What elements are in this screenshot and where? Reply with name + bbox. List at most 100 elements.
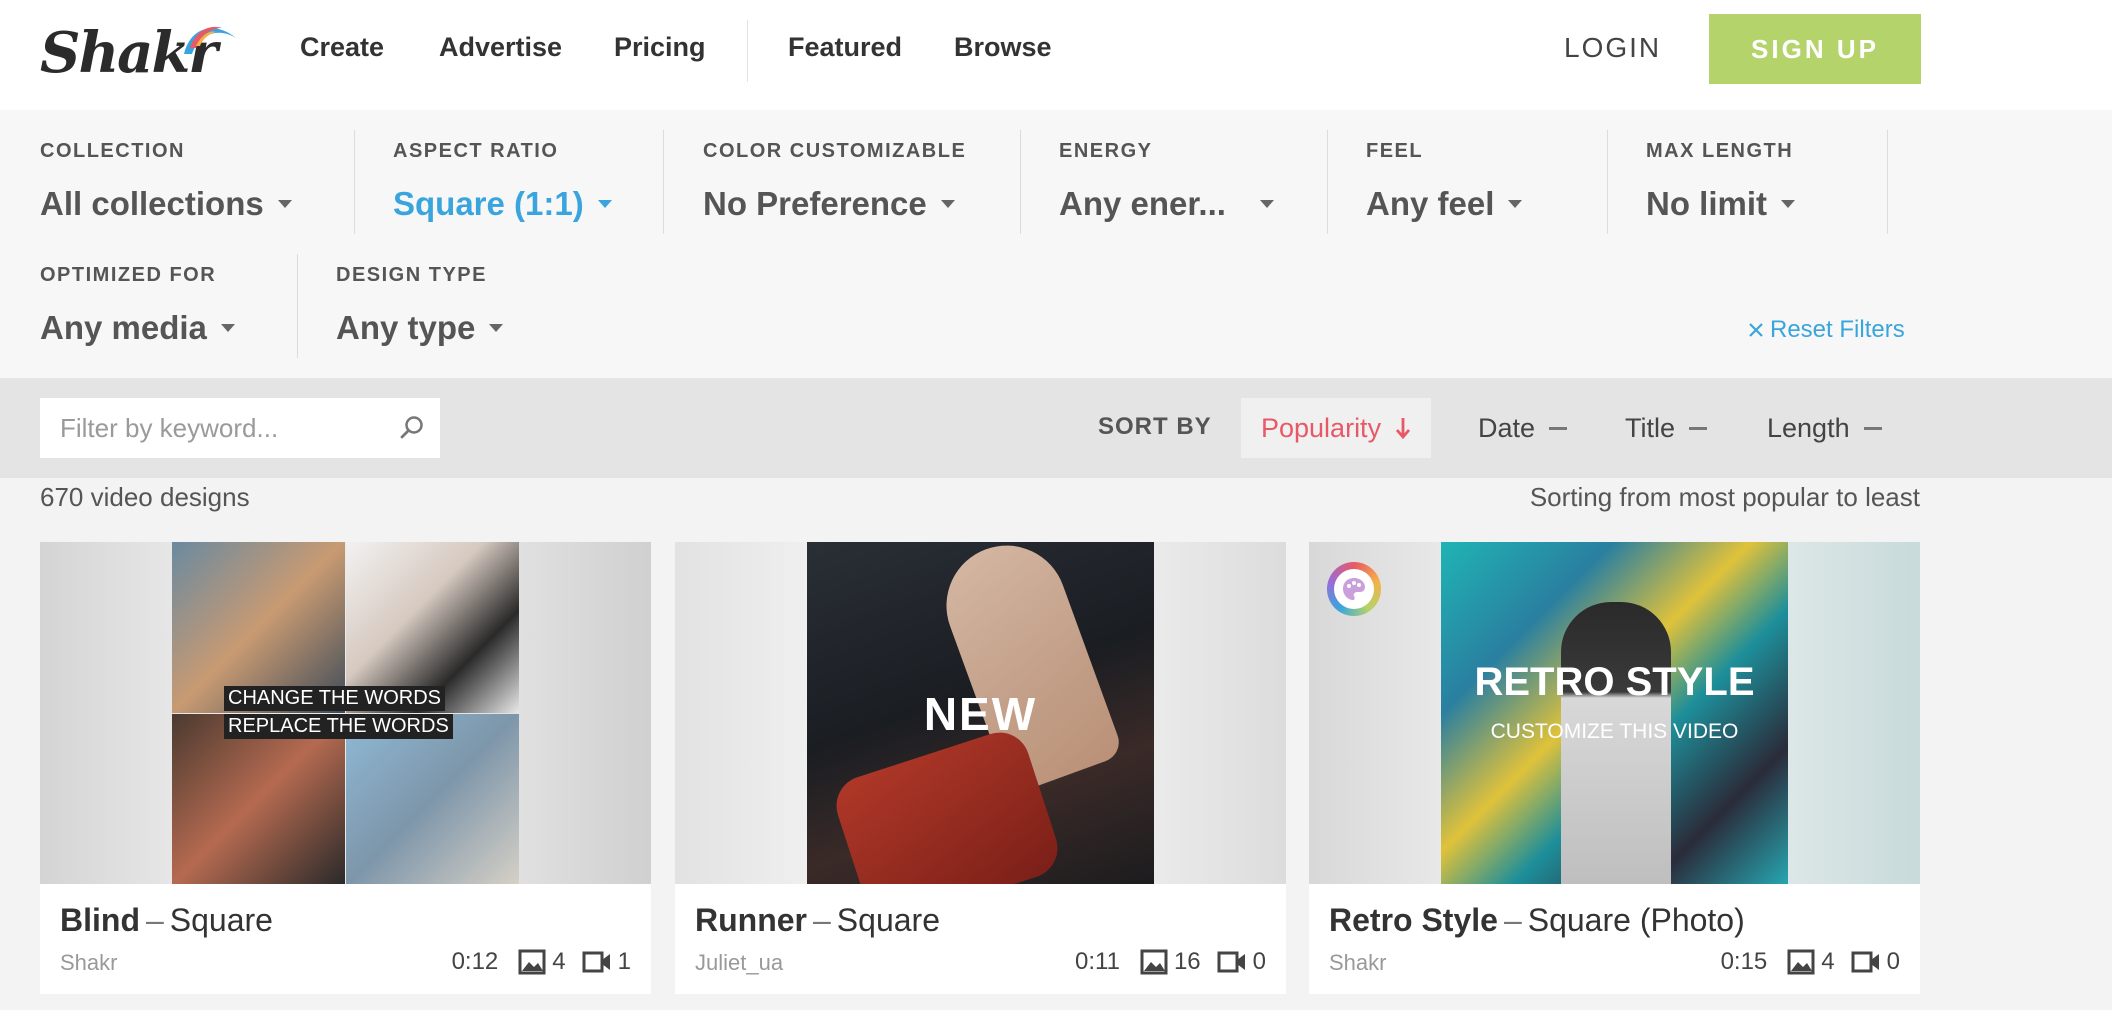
nav-browse[interactable]: Browse <box>954 32 1052 63</box>
filter-color-customizable[interactable]: COLOR CUSTOMIZABLE No Preference <box>703 140 966 223</box>
filter-label: COLOR CUSTOMIZABLE <box>703 140 967 162</box>
sort-date[interactable]: Date <box>1478 398 1568 458</box>
card-title[interactable]: Retro Style – Square (Photo) <box>1329 902 1745 939</box>
chevron-down-icon <box>597 200 612 208</box>
filter-label: ASPECT RATIO <box>393 140 559 162</box>
sort-popularity[interactable]: Popularity <box>1241 398 1432 458</box>
sort-option-label: Popularity <box>1261 412 1382 443</box>
filter-label: ENERGY <box>1059 140 1153 162</box>
dash-icon <box>1863 426 1882 430</box>
filter-divider <box>1327 130 1328 234</box>
filter-design-type[interactable]: DESIGN TYPE Any type <box>336 264 504 347</box>
duration: 0:12 <box>451 948 499 975</box>
overlay-text: CUSTOMIZE THIS VIDEO <box>1490 720 1739 743</box>
card-meta: 0:12 4 1 <box>452 948 631 976</box>
filter-aspect-ratio[interactable]: ASPECT RATIO Square (1:1) <box>393 140 612 223</box>
image-count: 4 <box>1821 948 1835 975</box>
thumbnail-image: CHANGE THE WORDS REPLACE THE WORDS <box>172 542 519 884</box>
overlay-text: REPLACE THE WORDS <box>224 714 453 739</box>
color-customizable-badge <box>1327 562 1381 616</box>
filter-label: FEEL <box>1366 140 1424 162</box>
nav-featured[interactable]: Featured <box>788 32 902 63</box>
card-title[interactable]: Blind – Square <box>60 902 273 939</box>
design-variant: Square <box>169 902 273 938</box>
filter-dropdown[interactable]: Any media <box>40 309 235 347</box>
filter-divider <box>1887 130 1888 234</box>
nav-advertise[interactable]: Advertise <box>439 32 562 63</box>
thumbnail-image: NEW <box>807 542 1154 884</box>
filter-dropdown[interactable]: Any type <box>336 309 504 347</box>
top-header: Shakr Create Advertise Pricing Featured … <box>0 0 2112 110</box>
video-thumbnail[interactable]: RETRO STYLE CUSTOMIZE THIS VIDEO <box>1309 542 1920 884</box>
video-thumbnail[interactable]: CHANGE THE WORDS REPLACE THE WORDS <box>40 542 651 884</box>
filter-dropdown[interactable]: No Preference <box>703 185 966 223</box>
overlay-text: RETRO STYLE <box>1474 660 1755 704</box>
keyword-search <box>40 398 440 458</box>
dash-icon <box>1549 426 1568 430</box>
filter-optimized-for[interactable]: OPTIMIZED FOR Any media <box>40 264 235 347</box>
image-icon <box>1787 949 1815 975</box>
chevron-down-icon <box>220 324 235 332</box>
results-count: 670 video designs <box>40 482 250 512</box>
filter-label: OPTIMIZED FOR <box>40 264 217 286</box>
chevron-down-icon <box>1508 200 1523 208</box>
nav-divider <box>747 20 748 82</box>
filter-dropdown[interactable]: Any ener... <box>1059 185 1274 223</box>
filter-max-length[interactable]: MAX LENGTH No limit <box>1646 140 1795 223</box>
image-count: 16 <box>1173 948 1201 975</box>
filter-value: All collections <box>40 185 264 222</box>
image-icon <box>1140 949 1168 975</box>
sort-option-label: Title <box>1625 412 1676 443</box>
filter-divider <box>1020 130 1021 234</box>
design-name: Blind <box>60 902 140 938</box>
filter-value: Any ener... <box>1059 185 1226 222</box>
nav-pricing[interactable]: Pricing <box>614 32 706 63</box>
video-thumbnail[interactable]: NEW <box>675 542 1286 884</box>
filter-collection[interactable]: COLLECTION All collections <box>40 140 292 223</box>
shakr-logo[interactable]: Shakr <box>40 16 240 86</box>
nav-create[interactable]: Create <box>300 32 384 63</box>
image-count: 4 <box>552 948 566 975</box>
filter-dropdown[interactable]: All collections <box>40 185 292 223</box>
video-card[interactable]: RETRO STYLE CUSTOMIZE THIS VIDEO Retro S… <box>1309 542 1920 994</box>
filter-feel[interactable]: FEEL Any feel <box>1366 140 1523 223</box>
design-variant: Square (Photo) <box>1527 902 1745 938</box>
author-name[interactable]: Shakr <box>1329 950 1386 976</box>
video-count: 1 <box>617 948 631 975</box>
filter-dropdown[interactable]: Any feel <box>1366 185 1523 223</box>
search-icon[interactable] <box>398 414 426 442</box>
filter-energy[interactable]: ENERGY Any ener... <box>1059 140 1274 223</box>
filter-value: Any media <box>40 309 207 346</box>
filter-value: No Preference <box>703 185 927 222</box>
design-variant: Square <box>836 902 940 938</box>
chevron-down-icon <box>940 200 955 208</box>
filter-value: Any feel <box>1366 185 1495 222</box>
login-link[interactable]: LOGIN <box>1564 32 1661 64</box>
filter-dropdown[interactable]: No limit <box>1646 185 1795 223</box>
author-name[interactable]: Shakr <box>60 950 117 976</box>
filter-value: Any type <box>336 309 476 346</box>
author-name[interactable]: Juliet_ua <box>695 950 783 976</box>
card-meta: 0:11 16 0 <box>1075 948 1266 976</box>
sort-length[interactable]: Length <box>1767 398 1882 458</box>
overlay-text: NEW <box>923 688 1038 740</box>
video-card[interactable]: NEW Runner – Square Juliet_ua 0:11 16 0 <box>675 542 1286 994</box>
arrow-down-icon <box>1396 418 1411 440</box>
sort-title[interactable]: Title <box>1625 398 1708 458</box>
card-title[interactable]: Runner – Square <box>695 902 940 939</box>
filter-dropdown[interactable]: Square (1:1) <box>393 185 612 223</box>
search-input[interactable] <box>60 412 380 444</box>
video-icon <box>1217 951 1245 973</box>
video-card[interactable]: CHANGE THE WORDS REPLACE THE WORDS Blind… <box>40 542 651 994</box>
sort-option-label: Date <box>1478 412 1536 443</box>
palette-icon <box>1343 578 1365 600</box>
video-icon <box>582 951 610 973</box>
reset-filters-link[interactable]: Reset Filters <box>1748 316 1905 344</box>
image-icon <box>518 949 546 975</box>
filter-divider <box>1607 130 1608 234</box>
design-name: Runner <box>695 902 807 938</box>
sort-description: Sorting from most popular to least <box>1529 482 1920 512</box>
signup-button[interactable]: SIGN UP <box>1709 14 1921 84</box>
sort-by-label: SORT BY <box>1098 413 1212 440</box>
video-count: 0 <box>1252 948 1266 975</box>
